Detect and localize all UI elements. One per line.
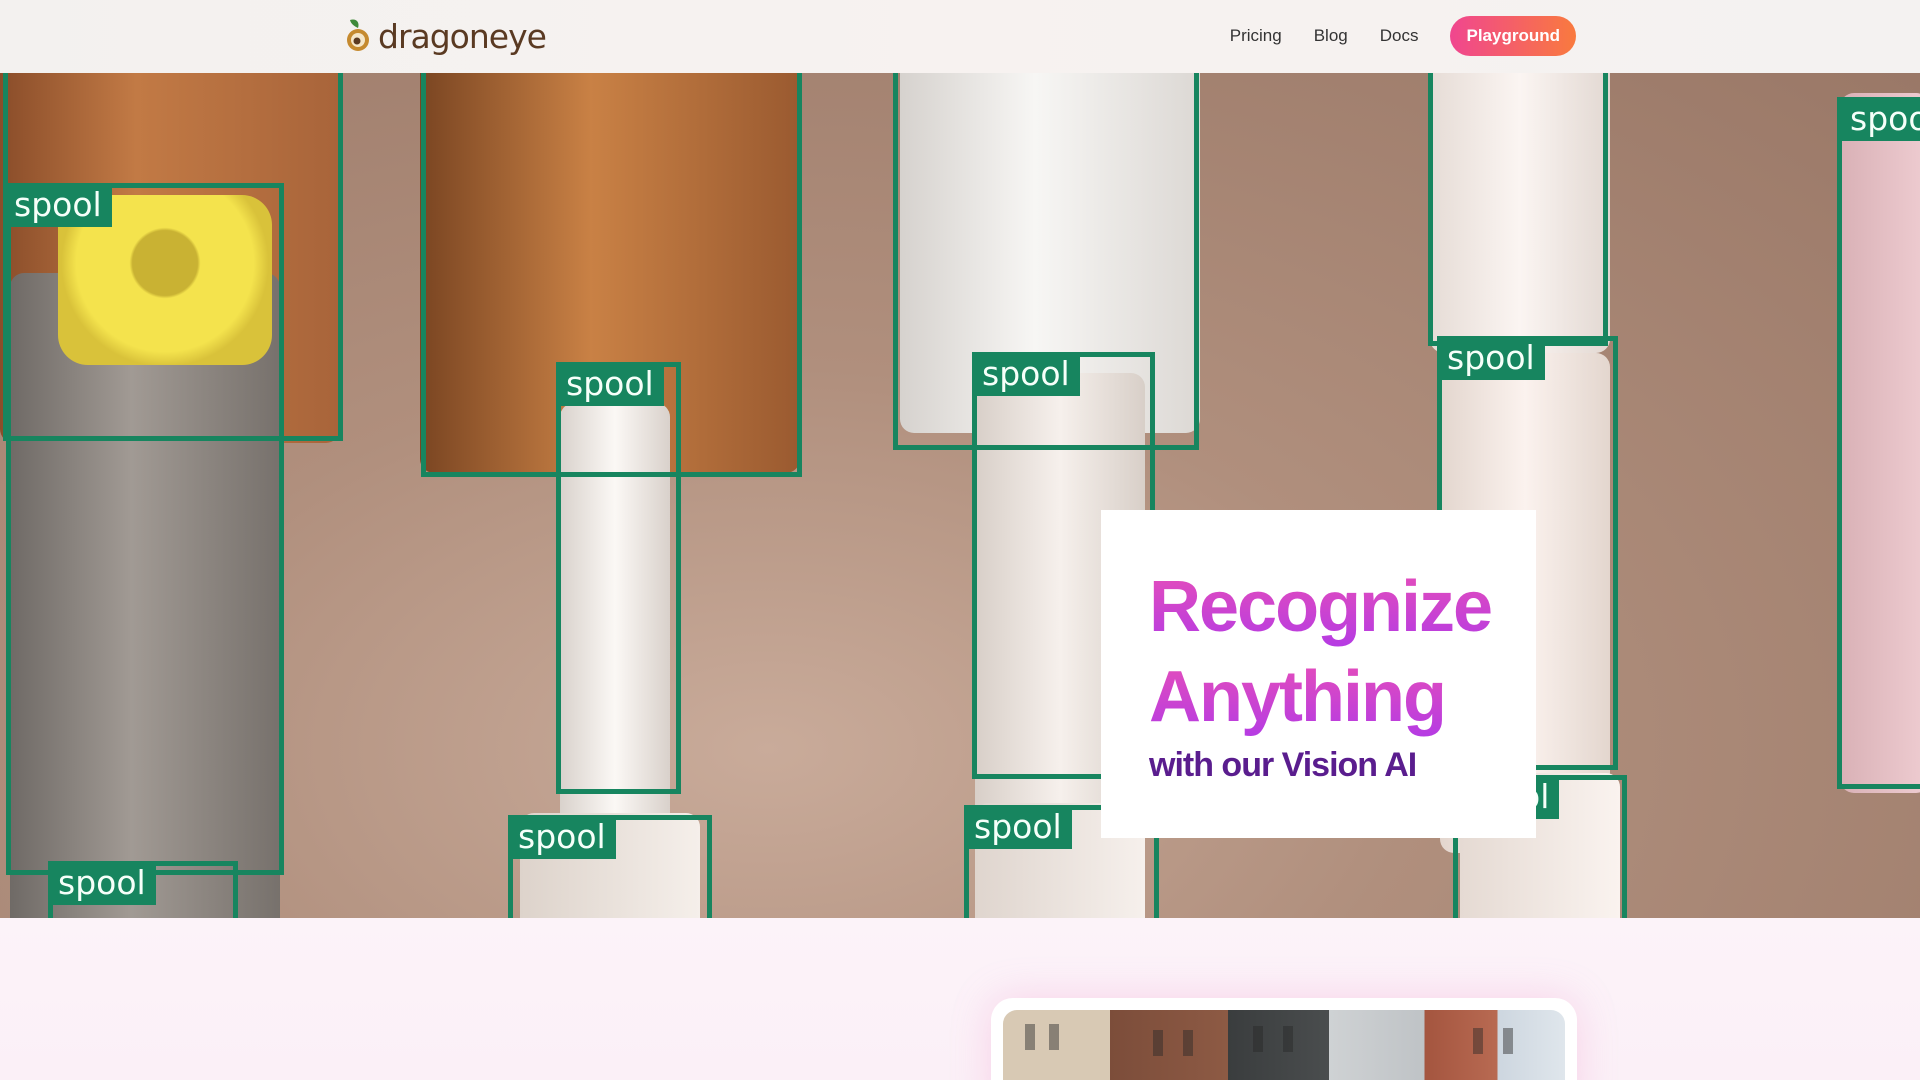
detection-box xyxy=(1837,97,1920,789)
brand-logo[interactable]: dragoneye xyxy=(344,14,547,58)
brand-name: dragoneye xyxy=(378,16,547,56)
detection-label: spool xyxy=(972,352,1080,396)
hero-title-line-2: Anything xyxy=(1149,652,1536,742)
detection-label: spool xyxy=(508,815,616,859)
detection-label: spool xyxy=(964,805,1072,849)
street-scene-image xyxy=(1003,1010,1565,1080)
hero-headline-card: Recognize Anything with our Vision AI xyxy=(1101,510,1536,838)
playground-button[interactable]: Playground xyxy=(1450,16,1576,56)
detection-label: spool xyxy=(556,362,664,406)
hero-section: spool spool spool spool spool spool spoo… xyxy=(0,73,1920,918)
dragoneye-logo-icon xyxy=(344,16,374,56)
detection-box xyxy=(556,362,681,794)
demo-section xyxy=(0,918,1920,1080)
hero-subtitle: with our Vision AI xyxy=(1149,746,1417,784)
hero-title-line-1: Recognize xyxy=(1149,562,1536,652)
detection-label: spool xyxy=(48,861,156,905)
nav-blog-link[interactable]: Blog xyxy=(1314,26,1348,46)
detection-label: spool xyxy=(1437,336,1545,380)
detection-label: spool xyxy=(4,183,112,227)
demo-preview-card xyxy=(991,998,1577,1080)
site-header: dragoneye Pricing Blog Docs Playground xyxy=(0,0,1920,73)
detection-box xyxy=(6,183,284,875)
nav-pricing-link[interactable]: Pricing xyxy=(1230,26,1282,46)
detection-box xyxy=(1428,73,1608,346)
primary-nav: Pricing Blog Docs Playground xyxy=(1230,16,1576,56)
nav-docs-link[interactable]: Docs xyxy=(1380,26,1419,46)
detection-label: spool xyxy=(1840,97,1920,141)
